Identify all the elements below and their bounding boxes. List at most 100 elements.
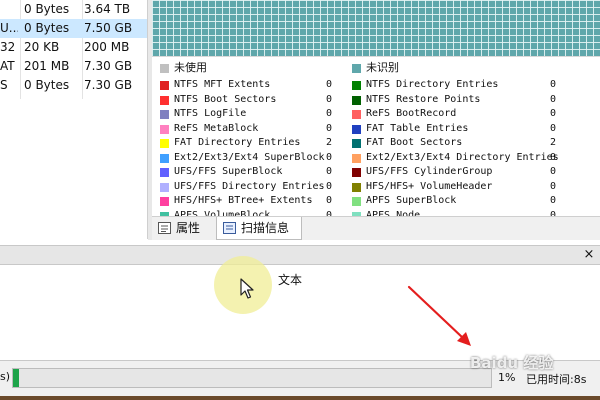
close-icon[interactable]: × [582,248,596,262]
legend-swatch [352,139,361,148]
legend-swatch [352,110,361,119]
legend-count: 0 [549,166,556,177]
progress-fill [13,369,19,387]
lower-panel-content: 文本 [0,265,600,358]
properties-icon [158,222,171,234]
partition-used: 0 Bytes [24,21,70,35]
legend-swatch [160,139,169,148]
partition-list-empty-area [0,99,148,239]
legend-header-unrecognized: 未识别 [352,61,562,76]
legend-item: NTFS LogFile 0 [160,107,332,122]
tab-bar: 属性 扫描信息 [152,216,600,240]
legend-swatch [160,110,169,119]
partition-type: U... [0,21,18,35]
legend-count: 0 [549,151,556,163]
legend-item: APFS Node 0 [352,209,562,217]
tab-label: 属性 [176,221,201,235]
red-arrow-annotation [407,285,471,346]
scan-progress-bar [12,368,492,388]
tab-scan-info[interactable]: 扫描信息 [216,217,302,240]
legend-label: NTFS Boot Sectors [174,93,277,105]
legend-label: APFS VolumeBlock [174,209,271,217]
mouse-cursor-icon [240,278,254,299]
legend-count: 0 [325,209,332,217]
legend-count: 0 [549,93,556,105]
partition-used: 20 KB [24,40,60,54]
partition-row[interactable]: 32 20 KB 200 MB [0,38,147,57]
partition-row[interactable]: S 0 Bytes 7.30 GB [0,76,147,95]
legend-item: ReFS MetaBlock 0 [160,122,332,137]
legend-label: FAT Table Entries [366,122,469,134]
legend-item: NTFS Directory Entries 0 [352,78,562,93]
cluster-map [152,0,600,56]
legend-label: HFS/HFS+ BTree+ Extents [174,195,313,206]
partition-table: 0 Bytes 3.64 TB U... 0 Bytes 7.50 GB 32 … [0,0,148,99]
legend-label: APFS SuperBlock [366,195,457,206]
legend-item: Ext2/Ext3/Ext4 Directory Entries 0 [352,151,562,166]
text-label: 文本 [278,273,303,287]
partition-type: 32 [0,40,16,54]
legend-count: 0 [549,79,556,90]
legend-count: 2 [549,137,556,148]
legend-item: NTFS MFT Extents 0 [160,78,332,93]
legend-label: Ext2/Ext3/Ext4 Directory Entries [366,151,559,163]
legend-count: 0 [549,195,556,206]
scan-info-icon [223,222,236,234]
partition-size: 200 MB [84,40,130,54]
legend-label: ReFS MetaBlock [174,122,259,134]
partition-row[interactable]: AT 201 MB 7.30 GB [0,57,147,76]
legend-label: Ext2/Ext3/Ext4 SuperBlock [174,151,325,163]
legend-item: UFS/FFS CylinderGroup 0 [352,165,562,180]
partition-row-selected[interactable]: U... 0 Bytes 7.50 GB [0,19,147,38]
partition-used: 201 MB [24,59,70,73]
partition-type: S [0,78,8,92]
legend-swatch [352,95,361,105]
legend-label: UFS/FFS CylinderGroup [366,166,493,177]
legend-label: 未识别 [366,61,399,74]
lower-panel-header: × [0,245,600,265]
tab-label: 扫描信息 [241,221,290,235]
legend-count: 0 [325,151,332,163]
partition-row[interactable]: 0 Bytes 3.64 TB [0,0,147,19]
legend-count: 0 [549,122,556,134]
legend-swatch [160,197,169,206]
legend-swatch [160,95,169,105]
tab-properties[interactable]: 属性 [152,217,214,241]
status-left-text: s) [0,370,11,383]
legend-item: HFS/HFS+ BTree+ Extents 0 [160,194,332,209]
legend-item: APFS VolumeBlock 0 [160,209,332,217]
legend-label: 未使用 [174,61,207,74]
legend-swatch [352,182,361,192]
legend-label: ReFS BootRecord [366,108,457,119]
partition-size: 7.30 GB [84,59,133,73]
partition-type: AT [0,59,15,73]
legend-count: 0 [325,122,332,134]
legend-count: 0 [549,108,556,119]
legend-item: NTFS Restore Points 0 [352,93,562,108]
legend-item: UFS/FFS Directory Entries 0 [160,180,332,195]
legend-label: NTFS LogFile [174,108,247,119]
legend-label: FAT Directory Entries [174,137,301,148]
legend-swatch [160,124,169,134]
legend-count: 0 [549,209,556,217]
partition-size: 7.50 GB [84,21,133,35]
legend-swatch [352,197,361,206]
elapsed-time: 已用时间:8s [526,373,587,386]
legend-item: FAT Table Entries 0 [352,122,562,137]
watermark-logo: Baidu 经验 [470,354,554,372]
legend-count: 0 [549,180,556,192]
cluster-legend: 未使用 未识别 NTFS MFT Extents 0 NTFS Boot Secto… [152,56,600,216]
legend-label: FAT Boot Sectors [366,137,463,148]
legend-swatch [160,168,169,177]
legend-swatch [352,64,361,73]
legend-item: Ext2/Ext3/Ext4 SuperBlock 0 [160,151,332,166]
legend-item: FAT Boot Sectors 2 [352,136,562,151]
legend-label: NTFS MFT Extents [174,79,271,90]
legend-swatch [352,153,361,163]
partition-used: 0 Bytes [24,2,70,16]
legend-count: 0 [325,166,332,177]
legend-label: UFS/FFS SuperBlock [174,166,283,177]
legend-count: 0 [325,195,332,206]
legend-label: APFS Node [366,209,421,217]
partition-size: 3.64 TB [84,2,131,16]
